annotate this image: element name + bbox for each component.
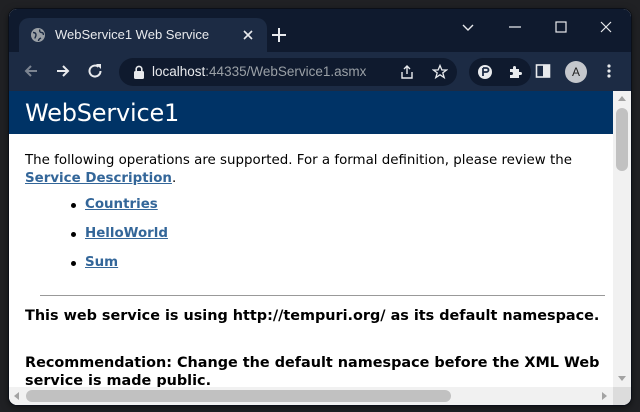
operation-link-helloworld[interactable]: HelloWorld	[85, 226, 168, 241]
minimize-icon[interactable]	[507, 19, 523, 35]
url-host: localhost	[152, 64, 206, 79]
scrollbar-corner	[613, 387, 631, 405]
back-icon[interactable]	[22, 62, 40, 80]
menu-icon[interactable]	[600, 62, 618, 80]
horizontal-scrollbar[interactable]	[9, 387, 613, 405]
list-item: Sum	[71, 254, 168, 283]
page-header: WebService1	[9, 91, 613, 134]
globe-icon	[31, 28, 45, 42]
maximize-icon[interactable]	[553, 19, 569, 35]
vertical-scrollbar[interactable]	[613, 91, 631, 387]
scroll-right-icon[interactable]	[602, 392, 607, 400]
horizontal-scroll-thumb[interactable]	[26, 390, 451, 402]
extension-group	[469, 58, 531, 86]
operations-list: Countries HelloWorld Sum	[71, 196, 168, 283]
operation-link-countries[interactable]: Countries	[85, 197, 158, 212]
tab-strip: WebService1 Web Service	[9, 9, 631, 52]
divider	[40, 295, 605, 296]
scroll-left-icon[interactable]	[14, 392, 19, 400]
browser-toolbar: localhost:44335/WebService1.asmx A	[9, 52, 631, 91]
url-path: :44335/WebService1.asmx	[205, 64, 367, 79]
operation-link-sum[interactable]: Sum	[85, 255, 118, 270]
avatar[interactable]: A	[565, 61, 587, 83]
namespace-notice: This web service is using http://tempuri…	[25, 308, 600, 324]
list-item: Countries	[71, 196, 168, 225]
share-icon[interactable]	[399, 64, 415, 80]
window-close-icon[interactable]	[598, 19, 614, 35]
bullet	[71, 203, 76, 208]
vertical-scroll-thumb[interactable]	[616, 108, 628, 171]
page-title: WebService1	[25, 99, 180, 127]
bullet	[71, 232, 76, 237]
forward-icon[interactable]	[54, 62, 72, 80]
star-icon[interactable]	[432, 64, 448, 80]
list-item: HelloWorld	[71, 225, 168, 254]
close-icon[interactable]	[241, 28, 255, 42]
url-text[interactable]: localhost:44335/WebService1.asmx	[152, 64, 366, 79]
page-viewport: WebService1 The following operations are…	[9, 91, 613, 387]
scroll-down-icon[interactable]	[618, 376, 626, 381]
chevron-down-icon[interactable]	[460, 19, 476, 35]
lock-icon[interactable]	[133, 65, 145, 79]
tab-title: WebService1 Web Service	[55, 27, 210, 42]
intro-paragraph: The following operations are supported. …	[25, 152, 613, 188]
intro-end: .	[171, 171, 177, 186]
extension-icon[interactable]	[477, 64, 493, 80]
active-tab[interactable]: WebService1 Web Service	[19, 18, 267, 52]
reload-icon[interactable]	[86, 62, 104, 80]
address-bar[interactable]: localhost:44335/WebService1.asmx	[119, 58, 457, 86]
sidepanel-icon[interactable]	[534, 62, 552, 80]
scroll-up-icon[interactable]	[618, 96, 626, 101]
browser-window: WebService1 Web Service localhost:44335/…	[9, 9, 631, 405]
puzzle-icon[interactable]	[507, 64, 523, 80]
recommendation-notice: Recommendation: Change the default names…	[25, 355, 600, 387]
service-description-link[interactable]: Service Description	[25, 171, 172, 186]
new-tab-icon[interactable]	[270, 26, 288, 44]
intro-text: The following operations are supported. …	[25, 153, 572, 168]
bullet	[71, 261, 76, 266]
